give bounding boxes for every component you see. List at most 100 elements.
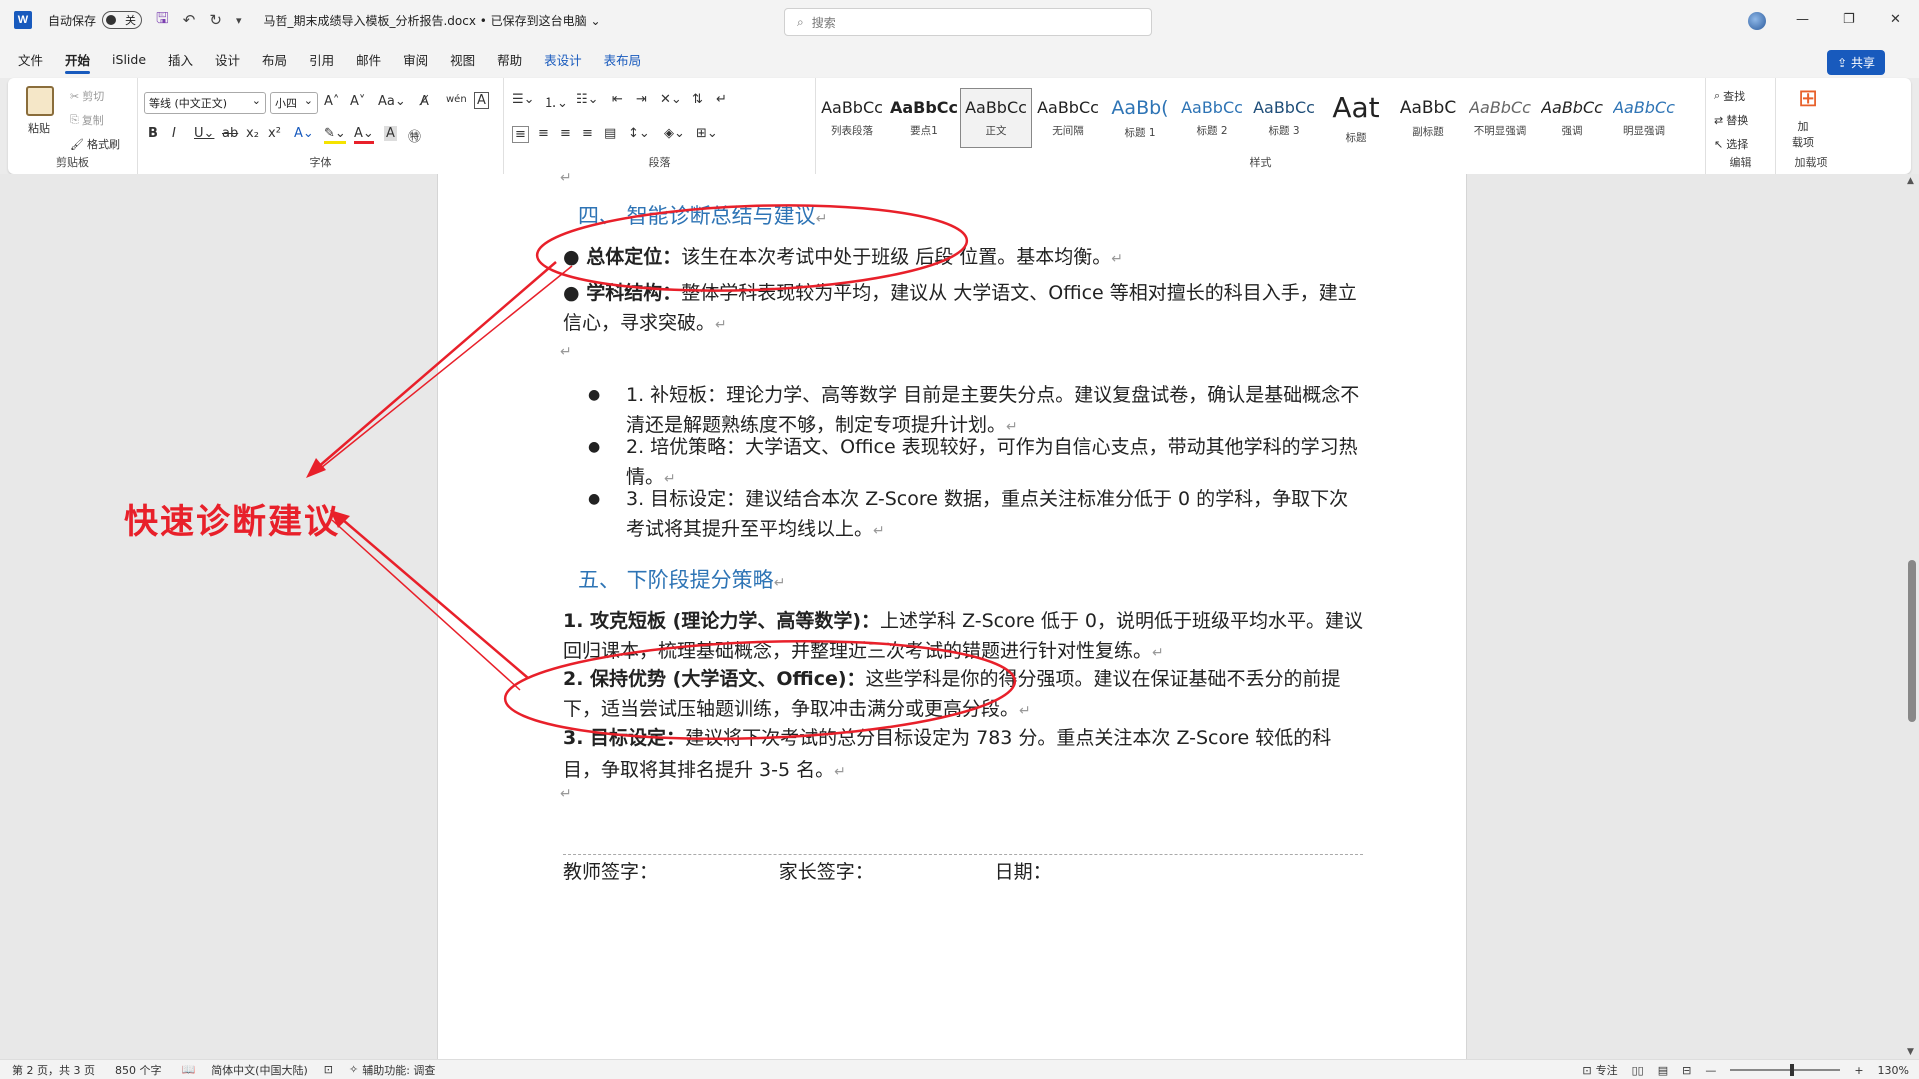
- tab-table-design[interactable]: 表设计: [544, 40, 582, 78]
- read-mode-icon[interactable]: ▯▯: [1632, 1064, 1644, 1077]
- line-spacing-icon[interactable]: ↕⌄: [628, 126, 650, 141]
- customize-toolbar-icon[interactable]: ▾: [236, 14, 242, 27]
- save-icon[interactable]: 🖫: [156, 8, 169, 33]
- tab-review[interactable]: 审阅: [403, 40, 428, 78]
- asian-layout-icon[interactable]: ✕⌄: [660, 92, 682, 107]
- addins-button[interactable]: 加 载项: [1792, 118, 1814, 150]
- tab-layout[interactable]: 布局: [262, 40, 287, 78]
- highlight-icon[interactable]: ✎⌄: [324, 126, 346, 144]
- zoom-slider[interactable]: [1730, 1064, 1841, 1076]
- find-button[interactable]: ⌕ 查找: [1714, 88, 1745, 104]
- web-layout-icon[interactable]: ⊟: [1682, 1064, 1691, 1077]
- tab-references[interactable]: 引用: [309, 40, 334, 78]
- minimize-icon[interactable]: —: [1796, 12, 1809, 27]
- tab-file[interactable]: 文件: [18, 40, 43, 78]
- share-button[interactable]: ⇪ 共享: [1827, 50, 1885, 75]
- proofing-icon[interactable]: 📖: [181, 1063, 195, 1076]
- sort-icon[interactable]: ⇅: [692, 92, 703, 107]
- autosave-toggle[interactable]: 关: [102, 11, 143, 29]
- zoom-in-icon[interactable]: +: [1854, 1064, 1863, 1077]
- track-changes-icon[interactable]: ⊡: [324, 1063, 333, 1076]
- char-shading-icon[interactable]: A: [384, 126, 397, 141]
- bullets-icon[interactable]: ☰⌄: [512, 92, 535, 107]
- copy-button[interactable]: ⎘ 复制: [70, 112, 104, 128]
- style-normal[interactable]: AaBbCc 正文: [960, 88, 1032, 148]
- document-title[interactable]: 马哲_期末成绩导入模板_分析报告.docx • 已保存到这台电脑 ⌄: [263, 12, 600, 29]
- word-count[interactable]: 850 个字: [115, 1062, 162, 1078]
- zoom-level[interactable]: 130%: [1878, 1064, 1909, 1077]
- distributed-icon[interactable]: ▤: [604, 126, 616, 141]
- tab-mailings[interactable]: 邮件: [356, 40, 381, 78]
- borders-icon[interactable]: ⊞⌄: [696, 126, 718, 141]
- multilevel-list-icon[interactable]: ☷⌄: [576, 92, 599, 107]
- accessibility-status[interactable]: ✧ 辅助功能: 调查: [349, 1062, 435, 1078]
- undo-icon[interactable]: ↶: [183, 11, 196, 29]
- paste-button[interactable]: 粘贴: [28, 120, 50, 136]
- bold-icon[interactable]: B: [148, 126, 158, 141]
- font-name-select[interactable]: 等线 (中文正文): [144, 92, 266, 114]
- style-intense-emphasis[interactable]: AaBbCc 明显强调: [1608, 88, 1680, 148]
- font-color-icon[interactable]: A⌄: [354, 126, 374, 144]
- scroll-up-icon[interactable]: ▲: [1907, 176, 1914, 186]
- style-title[interactable]: Aat 标题: [1320, 88, 1392, 148]
- restore-icon[interactable]: ❐: [1843, 12, 1855, 27]
- style-list-paragraph[interactable]: AaBbCc 列表段落: [816, 88, 888, 148]
- replace-button[interactable]: ⇄ 替换: [1714, 112, 1748, 128]
- italic-icon[interactable]: I: [172, 126, 176, 141]
- select-button[interactable]: ↖ 选择: [1714, 136, 1748, 152]
- increase-indent-icon[interactable]: ⇥: [636, 92, 647, 107]
- grow-font-icon[interactable]: A˄: [324, 94, 339, 109]
- shading-icon[interactable]: ◈⌄: [664, 126, 685, 141]
- paste-icon[interactable]: [26, 86, 54, 116]
- change-case-icon[interactable]: Aa⌄: [378, 94, 406, 109]
- subscript-icon[interactable]: x₂: [246, 126, 259, 141]
- vertical-scrollbar[interactable]: ▲ ▼: [1905, 174, 1919, 1059]
- format-painter-button[interactable]: 🖌 格式刷: [70, 136, 120, 152]
- justify-icon[interactable]: ≡: [582, 126, 593, 141]
- autosave-control[interactable]: 自动保存 关: [48, 11, 143, 29]
- style-point1[interactable]: AaBbCc 要点1: [888, 88, 960, 148]
- style-heading-3[interactable]: AaBbCc 标题 3: [1248, 88, 1320, 148]
- tab-design[interactable]: 设计: [215, 40, 240, 78]
- search-input[interactable]: ⌕ 搜索: [784, 8, 1152, 36]
- strikethrough-icon[interactable]: ab: [222, 126, 238, 141]
- tab-view[interactable]: 视图: [450, 40, 475, 78]
- page-count[interactable]: 第 2 页，共 3 页: [12, 1062, 95, 1078]
- redo-icon[interactable]: ↻: [209, 11, 222, 29]
- superscript-icon[interactable]: x²: [268, 126, 281, 141]
- clear-format-icon[interactable]: A̸: [420, 94, 429, 109]
- show-marks-icon[interactable]: ↵: [716, 92, 727, 107]
- zoom-slider-knob[interactable]: [1789, 1064, 1794, 1076]
- scrollbar-thumb[interactable]: [1908, 560, 1916, 722]
- align-right-icon[interactable]: ≡: [560, 126, 571, 141]
- print-layout-icon[interactable]: ▤: [1658, 1064, 1668, 1077]
- zoom-out-icon[interactable]: —: [1705, 1064, 1716, 1077]
- addins-icon[interactable]: ⊞: [1798, 84, 1818, 112]
- text-effects-icon[interactable]: A⌄: [294, 126, 314, 141]
- align-left-icon[interactable]: ≡: [512, 126, 529, 143]
- cut-button[interactable]: ✂ 剪切: [70, 88, 104, 104]
- style-heading-1[interactable]: AaBb(标题 1: [1104, 88, 1176, 148]
- style-heading-2[interactable]: AaBbCc 标题 2: [1176, 88, 1248, 148]
- style-subtle-emphasis[interactable]: AaBbCc 不明显强调: [1464, 88, 1536, 148]
- close-icon[interactable]: ✕: [1890, 12, 1901, 27]
- enclose-char-icon[interactable]: ㊕: [408, 126, 421, 145]
- tab-help[interactable]: 帮助: [497, 40, 522, 78]
- numbering-icon[interactable]: ⒈⌄: [544, 92, 568, 111]
- style-no-spacing[interactable]: AaBbCc 无间隔: [1032, 88, 1104, 148]
- style-emphasis[interactable]: AaBbCc 强调: [1536, 88, 1608, 148]
- underline-icon[interactable]: U⌄: [194, 126, 214, 141]
- profile-avatar[interactable]: [1748, 12, 1766, 30]
- tab-home[interactable]: 开始: [65, 40, 91, 78]
- language-status[interactable]: 简体中文(中国大陆): [211, 1062, 308, 1078]
- char-border-icon[interactable]: A: [474, 92, 489, 109]
- phonetic-guide-icon[interactable]: wén: [446, 94, 467, 105]
- decrease-indent-icon[interactable]: ⇤: [612, 92, 623, 107]
- style-subtitle[interactable]: AaBbC 副标题: [1392, 88, 1464, 148]
- align-center-icon[interactable]: ≡: [538, 126, 549, 141]
- font-size-select[interactable]: 小四: [270, 92, 318, 114]
- scroll-down-icon[interactable]: ▼: [1907, 1047, 1914, 1057]
- shrink-font-icon[interactable]: A˅: [350, 94, 365, 109]
- tab-islide[interactable]: iSlide: [112, 40, 146, 78]
- document-page[interactable]: ↵ 四、 智能诊断总结与建议↵ ● 总体定位：该生在本次考试中处于班级 后段 位…: [437, 170, 1467, 1059]
